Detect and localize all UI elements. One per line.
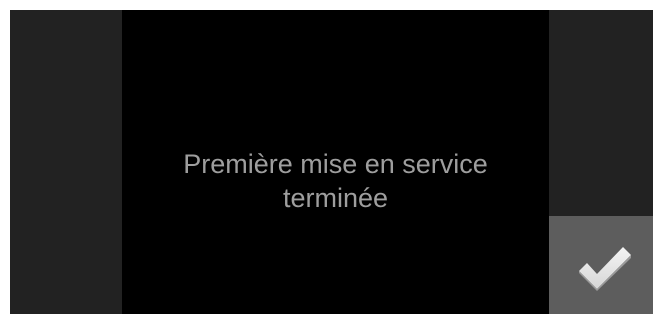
left-side-panel [10, 10, 122, 314]
check-icon [579, 247, 631, 291]
completion-message-line-2: terminée [282, 183, 389, 213]
completion-message-line-1: Première mise en service [183, 149, 488, 179]
message-area: Première mise en service terminée [122, 10, 549, 314]
completion-message: Première mise en service terminée [122, 147, 549, 215]
device-screen: Première mise en service terminée [10, 10, 653, 314]
confirm-button[interactable] [549, 216, 653, 314]
